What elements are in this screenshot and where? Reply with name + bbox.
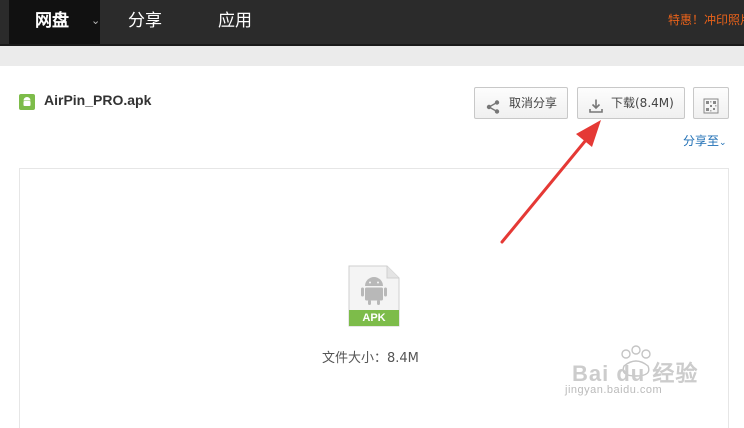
qrcode-button[interactable] (693, 87, 729, 119)
apk-type-label: APK (362, 312, 386, 324)
nav-apps[interactable]: 应用 (218, 0, 252, 44)
share-to-dropdown[interactable]: 分享至⌄ (683, 132, 727, 149)
share-to-label: 分享至 (683, 134, 720, 148)
download-button[interactable]: 下载(8.4M) (577, 87, 685, 119)
promo-link[interactable]: 特惠！冲印照片 (668, 0, 744, 44)
chevron-down-icon: ⌄ (719, 138, 727, 148)
nav-netdisk-label: 网盘 (35, 11, 69, 31)
apk-file-icon: APK (348, 265, 400, 327)
download-icon (588, 95, 604, 125)
share-icon (485, 96, 501, 126)
unshare-label: 取消分享 (509, 96, 558, 110)
nav-share[interactable]: 分享 (128, 0, 162, 44)
file-size-text: 文件大小：8.4M (322, 351, 419, 366)
file-name: AirPin_PRO.apk (44, 92, 152, 108)
top-nav (0, 0, 744, 46)
chevron-down-icon: ⌄ (91, 14, 101, 27)
android-icon (19, 94, 35, 110)
watermark-url: jingyan.baidu.com (565, 384, 663, 396)
nav-netdisk[interactable]: 网盘 ⌄ (9, 0, 100, 44)
header-strip (0, 46, 744, 66)
download-label: 下载(8.4M) (611, 96, 674, 110)
unshare-button[interactable]: 取消分享 (474, 87, 568, 119)
qrcode-icon (703, 95, 719, 125)
